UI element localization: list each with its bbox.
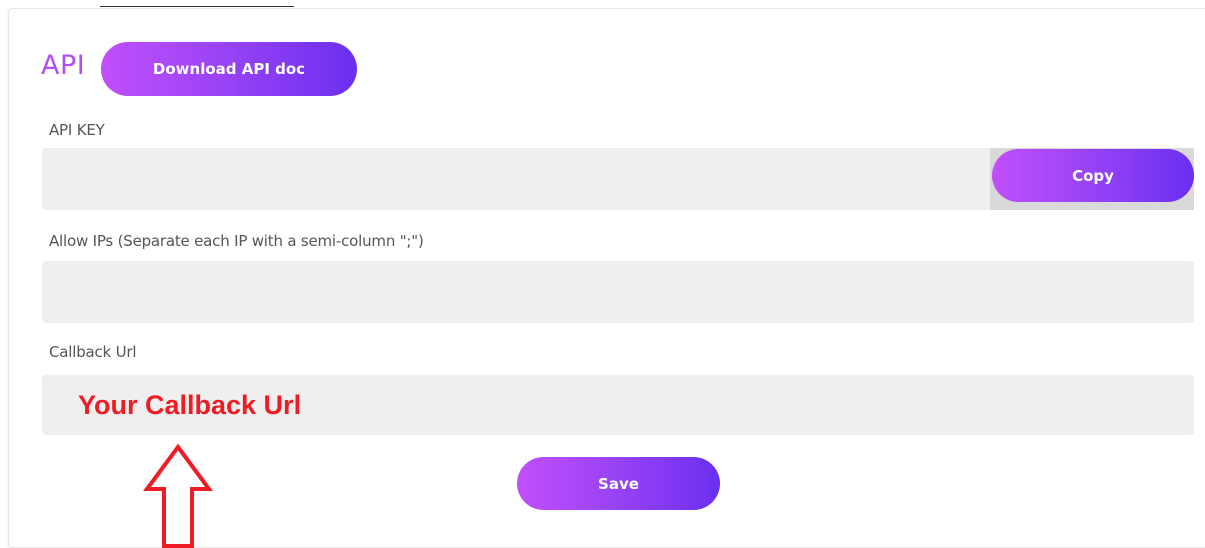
- section-title: API: [41, 50, 86, 81]
- callback-url-label: Callback Url: [49, 343, 137, 361]
- save-button[interactable]: Save: [517, 457, 720, 510]
- top-link-underline: [100, 6, 294, 7]
- download-api-doc-button[interactable]: Download API doc: [101, 42, 357, 96]
- callback-annotation-text: Your Callback Url: [78, 390, 302, 420]
- allow-ips-label: Allow IPs (Separate each IP with a semi-…: [49, 232, 424, 250]
- copy-button[interactable]: Copy: [992, 149, 1194, 202]
- api-key-label: API KEY: [49, 121, 105, 139]
- up-arrow-outline-icon: [143, 443, 213, 548]
- allow-ips-field[interactable]: [42, 261, 1194, 323]
- api-key-field[interactable]: [42, 148, 992, 210]
